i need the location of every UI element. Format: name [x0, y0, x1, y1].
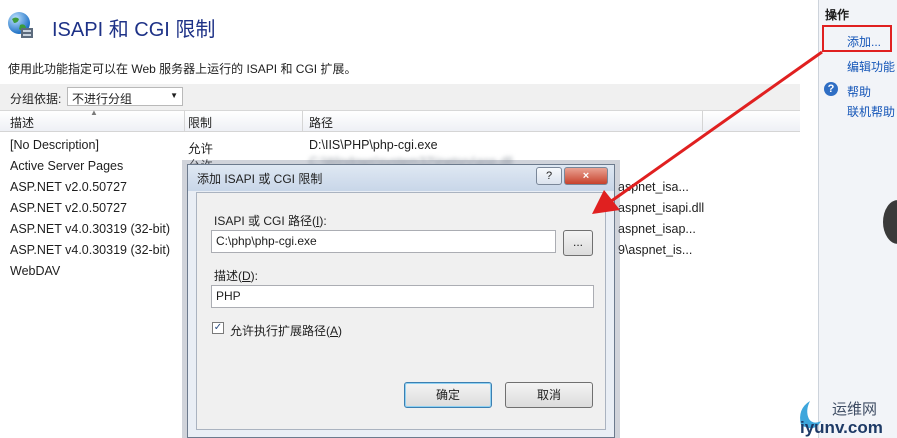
help-icon: ? [824, 82, 838, 96]
column-header-restriction[interactable]: 限制 [188, 114, 212, 131]
table-row-path[interactable]: D:\IIS\PHP\php-cgi.exe [309, 138, 438, 152]
table-row-desc[interactable]: ASP.NET v2.0.50727 [10, 180, 127, 194]
allow-extension-label[interactable]: 允许执行扩展路径(A) [230, 322, 342, 339]
page-title: ISAPI 和 CGI 限制 [52, 19, 216, 41]
browse-button[interactable]: ... [563, 230, 593, 256]
dialog-title: 添加 ISAPI 或 CGI 限制 [197, 172, 323, 186]
column-separator[interactable] [702, 111, 703, 131]
chevron-down-icon: ▼ [170, 91, 178, 100]
cancel-button[interactable]: 取消 [505, 382, 593, 408]
dialog-close-button[interactable]: × [564, 167, 608, 185]
allow-extension-checkbox[interactable]: ✓ [212, 322, 224, 334]
actions-title: 操作 [825, 8, 850, 22]
add-action-link[interactable]: 添加... [847, 33, 881, 50]
group-by-label: 分组依据: [10, 92, 62, 106]
group-by-value: 不进行分组 [72, 92, 133, 106]
table-row-path[interactable]: aspnet_isap... [618, 222, 696, 236]
table-row-desc[interactable]: ASP.NET v4.0.30319 (32-bit) [10, 243, 170, 257]
table-row-desc[interactable]: ASP.NET v2.0.50727 [10, 201, 127, 215]
column-header-path[interactable]: 路径 [309, 114, 333, 131]
column-separator[interactable] [184, 111, 185, 131]
watermark-text: 运维网 [832, 401, 878, 418]
globe-icon [8, 12, 33, 38]
edit-feature-link[interactable]: 编辑功能 [847, 58, 897, 75]
path-label: ISAPI 或 CGI 路径(I): [214, 214, 327, 228]
table-row-desc[interactable]: [No Description] [10, 138, 99, 152]
list-header [0, 111, 800, 132]
online-help-link[interactable]: 联机帮助 [847, 103, 895, 120]
description-input[interactable]: PHP [211, 285, 594, 308]
table-row-path[interactable]: aspnet_isa... [618, 180, 689, 194]
group-by-select[interactable]: 不进行分组 ▼ [67, 87, 183, 106]
description-label: 描述(D): [214, 269, 259, 283]
sort-ascending-icon: ▲ [90, 108, 98, 117]
help-link[interactable]: 帮助 [847, 83, 871, 100]
watermark-domain: iyunv.com [800, 418, 883, 437]
page-description: 使用此功能指定可以在 Web 服务器上运行的 ISAPI 和 CGI 扩展。 [8, 62, 357, 76]
column-separator[interactable] [302, 111, 303, 131]
dialog-help-button[interactable]: ? [536, 167, 562, 185]
table-row-path[interactable]: 9\aspnet_is... [618, 243, 692, 257]
column-header-description[interactable]: 描述 [10, 114, 34, 131]
table-row-desc[interactable]: ASP.NET v4.0.30319 (32-bit) [10, 222, 170, 236]
path-input[interactable]: C:\php\php-cgi.exe [211, 230, 556, 253]
table-row-path[interactable]: aspnet_isapi.dll [618, 201, 704, 215]
table-row-desc[interactable]: WebDAV [10, 264, 60, 278]
ok-button[interactable]: 确定 [404, 382, 492, 408]
table-row-desc[interactable]: Active Server Pages [10, 159, 123, 173]
